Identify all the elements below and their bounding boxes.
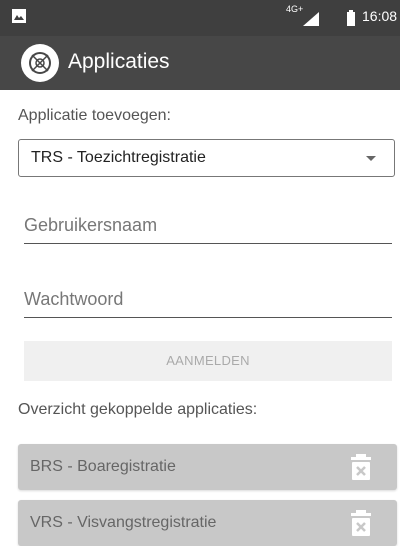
network-type-label: 4G+ — [286, 4, 304, 14]
password-underline — [24, 317, 392, 318]
linked-application-item[interactable]: BRS - Boaregistratie — [18, 444, 397, 490]
password-input[interactable] — [24, 282, 392, 316]
page-title: Applicaties — [68, 50, 170, 73]
login-button[interactable]: AANMELDEN — [24, 341, 392, 381]
selected-application: TRS - Toezichtregistratie — [31, 149, 206, 166]
app-logo-icon — [21, 44, 59, 82]
username-input[interactable] — [24, 208, 392, 242]
add-application-label: Applicatie toevoegen: — [18, 107, 171, 124]
application-select[interactable]: TRS - Toezichtregistratie — [18, 139, 395, 177]
linked-application-item[interactable]: VRS - Visvangstregistratie — [18, 500, 397, 546]
signal-icon — [303, 12, 319, 26]
linked-application-label: VRS - Visvangstregistratie — [30, 514, 217, 531]
username-underline — [24, 243, 392, 244]
username-field[interactable] — [24, 208, 392, 244]
linked-application-label: BRS - Boaregistratie — [30, 458, 176, 475]
app-bar: Applicaties — [0, 36, 400, 90]
status-time: 16:08 — [362, 8, 398, 24]
linked-applications-label: Overzicht gekoppelde applicaties: — [18, 401, 258, 418]
trash-icon[interactable] — [351, 453, 371, 481]
status-bar: 4G+ 16:08 — [0, 0, 400, 36]
battery-icon — [347, 10, 355, 26]
trash-icon[interactable] — [351, 509, 371, 537]
password-field[interactable] — [24, 282, 392, 318]
notification-icon — [12, 9, 26, 23]
chevron-down-icon — [366, 156, 376, 161]
